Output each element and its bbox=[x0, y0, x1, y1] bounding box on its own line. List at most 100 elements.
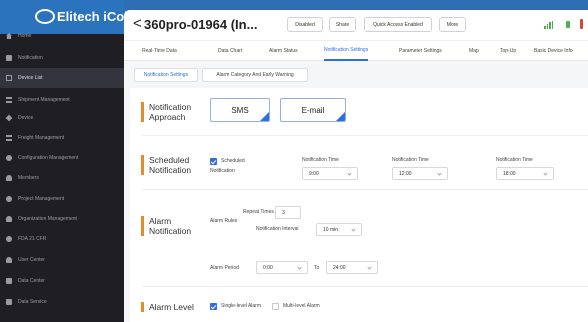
sidebar-item-user-center[interactable]: User Center bbox=[0, 250, 124, 270]
tab-top-up[interactable]: Top-Up bbox=[500, 41, 516, 61]
sidebar-item-label: Home bbox=[18, 33, 32, 39]
sidebar-item-home[interactable]: Home bbox=[0, 26, 124, 46]
battery-icon bbox=[566, 21, 570, 28]
subtab-notification-settings[interactable]: Notification Settings bbox=[134, 68, 198, 82]
chevron-down-icon bbox=[347, 171, 352, 176]
sidebar-item-data-center[interactable]: Data Center bbox=[0, 271, 124, 291]
tab-data-chart[interactable]: Data Chart bbox=[218, 41, 242, 61]
back-arrow-icon[interactable]: < bbox=[133, 15, 142, 32]
alarm-period-label: Alarm Period bbox=[210, 265, 239, 271]
sidebar-item-fda-21-cfr[interactable]: FDA 21 CFR bbox=[0, 229, 124, 249]
settings-subtabs: Notification Settings Alarm Category And… bbox=[124, 66, 588, 84]
sidebar-item-notification[interactable]: Notification bbox=[0, 48, 124, 68]
device-title: 360pro-01964 (In... bbox=[144, 17, 258, 32]
sidebar-item-label: Freight Management bbox=[18, 135, 65, 141]
single-level-alarm-checkbox[interactable] bbox=[210, 303, 217, 310]
chevron-down-icon bbox=[351, 227, 356, 232]
tab-parameter-settings[interactable]: Parameter Settings bbox=[399, 41, 442, 61]
sidebar-item-label: Device bbox=[18, 115, 34, 121]
sidebar-item-project-management[interactable]: Project Management bbox=[0, 189, 124, 209]
alert-indicator-icon bbox=[580, 19, 583, 29]
more-button[interactable]: More bbox=[439, 17, 466, 32]
user-center-icon bbox=[6, 257, 12, 263]
sidebar-item-label: Configuration Management bbox=[18, 155, 79, 161]
multi-level-alarm-label: Multi-level Alarm bbox=[283, 303, 320, 309]
sidebar-item-label: FDA 21 CFR bbox=[18, 236, 47, 242]
freight-icon bbox=[6, 135, 12, 141]
tab-real-time-data[interactable]: Real-Time Data bbox=[142, 41, 177, 61]
sidebar-item-label: Notification bbox=[18, 55, 43, 61]
sidebar-item-members[interactable]: Members bbox=[0, 168, 124, 188]
alarm-period-to-label: To bbox=[314, 265, 320, 271]
sidebar-item-freight-management[interactable]: Freight Management bbox=[0, 128, 124, 148]
alarm-period-start-select[interactable]: 0:00 bbox=[256, 261, 308, 274]
alarm-level-heading: Alarm Level bbox=[141, 302, 194, 312]
sidebar-item-label: Members bbox=[18, 175, 39, 181]
section-divider bbox=[141, 135, 588, 136]
alarm-notification-heading: Alarm Notification bbox=[141, 216, 191, 236]
device-icon bbox=[5, 114, 13, 122]
scheduled-notification-checkbox[interactable] bbox=[210, 158, 217, 165]
chevron-down-icon bbox=[437, 171, 442, 176]
notification-settings-form: Notification Approach SMS E-mail Schedul… bbox=[130, 88, 588, 322]
sidebar-item-device[interactable]: Device bbox=[0, 108, 124, 128]
sidebar: Elitech iCold Home Notification Device L… bbox=[0, 0, 136, 322]
email-option-button[interactable]: E-mail bbox=[280, 98, 346, 122]
notification-time-label: Notification Time bbox=[496, 157, 533, 163]
sms-option-button[interactable]: SMS bbox=[210, 98, 270, 122]
notification-time-label: Notification Time bbox=[302, 157, 339, 163]
sidebar-item-label: Organization Management bbox=[18, 216, 77, 222]
chevron-down-icon bbox=[367, 265, 372, 270]
quick-access-chip[interactable]: Quick Access Enabled bbox=[364, 17, 432, 32]
main-content: < 360pro-01964 (In... Disabled Share Qui… bbox=[124, 10, 588, 322]
configuration-icon bbox=[6, 155, 12, 161]
shipment-icon bbox=[6, 97, 12, 103]
sidebar-item-shipment-management[interactable]: Shipment Management bbox=[0, 90, 124, 110]
project-icon bbox=[6, 196, 12, 202]
device-tabs: Real-Time Data Data Chart Alarm Status N… bbox=[124, 40, 588, 61]
disabled-chip[interactable]: Disabled bbox=[287, 17, 323, 32]
data-service-icon bbox=[6, 299, 12, 305]
sidebar-item-label: Shipment Management bbox=[18, 97, 70, 103]
sidebar-item-configuration-management[interactable]: Configuration Management bbox=[0, 148, 124, 168]
notification-time-select-2[interactable]: 12:00 bbox=[392, 167, 448, 180]
section-divider bbox=[141, 189, 588, 190]
tab-alarm-status[interactable]: Alarm Status bbox=[269, 41, 298, 61]
brand-logo-icon bbox=[35, 9, 55, 24]
sidebar-item-data-service[interactable]: Data Service bbox=[0, 292, 124, 312]
home-icon bbox=[6, 33, 12, 39]
device-header: < 360pro-01964 (In... Disabled Share Qui… bbox=[124, 10, 588, 40]
sidebar-item-device-list[interactable]: Device List bbox=[0, 68, 124, 88]
organization-icon bbox=[6, 216, 12, 222]
scheduled-checkbox-label-line2: Notification bbox=[210, 168, 235, 174]
members-icon bbox=[6, 175, 12, 181]
tab-basic-device-info[interactable]: Basic Device Info bbox=[534, 41, 573, 61]
device-list-icon bbox=[6, 75, 12, 81]
sidebar-item-label: User Center bbox=[18, 257, 45, 263]
sidebar-item-label: Device List bbox=[18, 75, 43, 81]
notification-time-select-1[interactable]: 9:00 bbox=[302, 167, 358, 180]
single-level-alarm-label: Single-level Alarm bbox=[221, 303, 262, 309]
sms-option-label: SMS bbox=[231, 105, 249, 115]
chevron-down-icon bbox=[297, 265, 302, 270]
notification-time-select-3[interactable]: 18:00 bbox=[496, 167, 554, 180]
scheduled-notification-heading: Scheduled Notification bbox=[141, 155, 191, 175]
subtab-alarm-category[interactable]: Alarm Category And Early Warning bbox=[202, 68, 308, 82]
tab-map[interactable]: Map bbox=[469, 41, 479, 61]
repeat-times-input[interactable]: 3 bbox=[275, 206, 301, 219]
data-center-icon bbox=[6, 278, 12, 284]
notification-approach-heading: Notification Approach bbox=[141, 102, 191, 122]
tab-notification-settings[interactable]: Notification Settings bbox=[324, 41, 369, 61]
sidebar-item-label: Data Service bbox=[18, 299, 47, 305]
share-button[interactable]: Share bbox=[329, 17, 356, 32]
repeat-times-label: Repeat Times bbox=[243, 209, 274, 215]
chevron-down-icon bbox=[543, 171, 548, 176]
notification-interval-label: Notification Interval bbox=[256, 226, 299, 232]
notification-interval-select[interactable]: 10 min bbox=[316, 223, 362, 236]
alarm-period-end-select[interactable]: 24:00 bbox=[326, 261, 378, 274]
multi-level-alarm-checkbox[interactable] bbox=[272, 303, 279, 310]
section-divider bbox=[141, 286, 588, 287]
scheduled-checkbox-label-line1: Scheduled bbox=[221, 158, 245, 164]
fda-icon bbox=[6, 236, 12, 242]
sidebar-item-organization-management[interactable]: Organization Management bbox=[0, 209, 124, 229]
